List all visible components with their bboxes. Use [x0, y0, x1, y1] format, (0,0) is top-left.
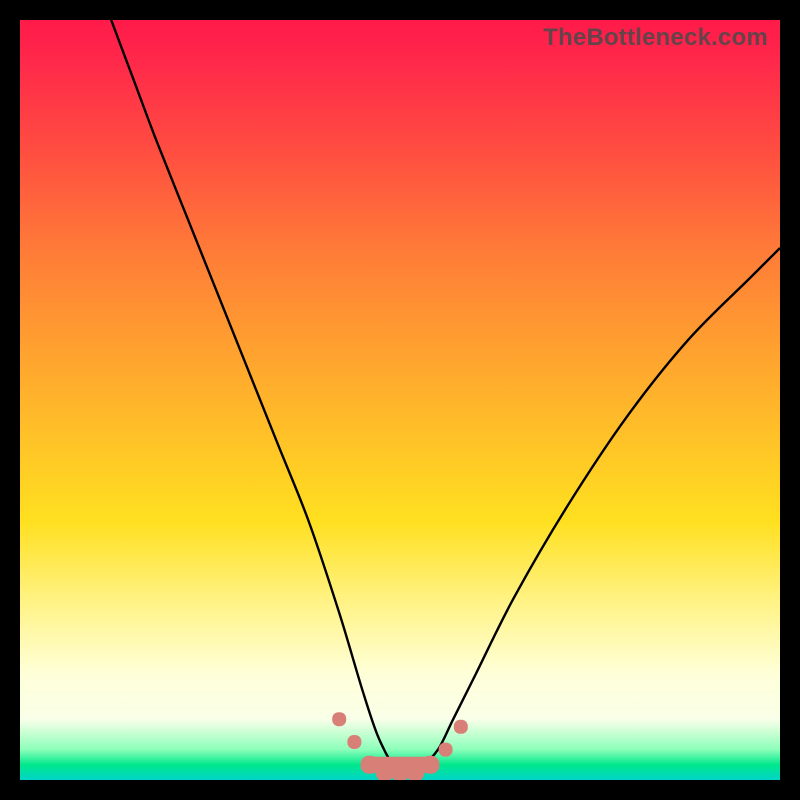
highlight-marker — [421, 756, 439, 774]
highlight-marker-group — [332, 712, 468, 780]
bottleneck-curve-path — [111, 20, 780, 773]
highlight-marker — [439, 743, 453, 757]
highlight-marker — [332, 712, 346, 726]
highlight-marker — [347, 735, 361, 749]
chart-frame: TheBottleneck.com — [20, 20, 780, 780]
highlight-marker — [454, 720, 468, 734]
bottleneck-curve-svg — [20, 20, 780, 780]
